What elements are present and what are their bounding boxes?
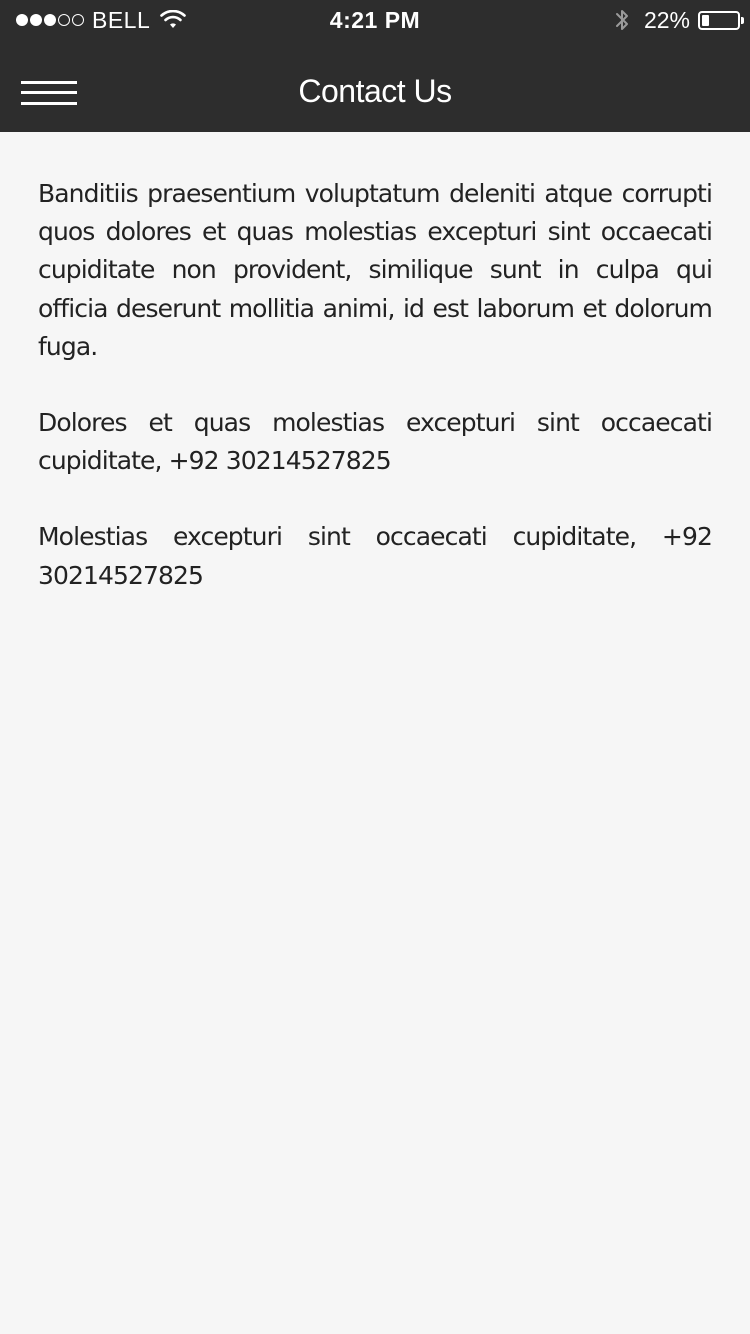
battery-percent: 22% [643,6,690,33]
contact-content: Banditiis praesentium voluptatum delenit… [38,175,713,633]
nav-bar: Contact Us [0,40,750,132]
contact-paragraph: Molestias excepturi sint occaecati cupid… [38,522,713,590]
intro-paragraph: Banditiis praesentium voluptatum delenit… [38,179,713,361]
battery-icon [698,10,744,30]
bluetooth-icon [615,10,628,30]
status-right: 22% [614,6,744,33]
page-title: Contact Us [298,73,452,109]
status-bar: BELL 4:21 PM 22% [0,0,750,40]
battery-level-fill [702,14,709,26]
contact-paragraph: Dolores et quas molestias excepturi sint… [38,408,713,476]
